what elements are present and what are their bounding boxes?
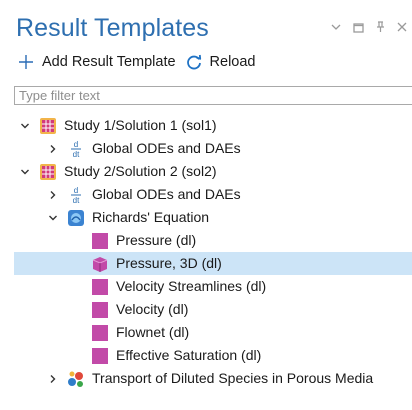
plus-icon xyxy=(16,52,36,72)
tree-node-richards-equation[interactable]: Richards' Equation xyxy=(14,206,412,229)
tree-item-pressure[interactable]: Pressure (dl) xyxy=(14,229,412,252)
volume-plot-icon xyxy=(90,254,110,274)
chevron-down-icon[interactable] xyxy=(18,119,32,133)
chevron-right-icon[interactable] xyxy=(46,372,60,386)
tree-node-study2[interactable]: Study 2/Solution 2 (sol2) xyxy=(14,160,412,183)
surface-plot-icon xyxy=(90,346,110,366)
chevron-right-icon[interactable] xyxy=(46,142,60,156)
surface-plot-icon xyxy=(90,300,110,320)
tree-node-study2-global[interactable]: d dt Global ODEs and DAEs xyxy=(14,183,412,206)
svg-text:d: d xyxy=(74,186,78,195)
study-solution-icon xyxy=(38,116,58,136)
study-solution-icon xyxy=(38,162,58,182)
tree-node-study1-global[interactable]: d dt Global ODEs and DAEs xyxy=(14,137,412,160)
richards-equation-icon xyxy=(66,208,86,228)
tree-item-label: Velocity Streamlines (dl) xyxy=(116,278,267,294)
tree-item-label: Velocity (dl) xyxy=(116,301,189,317)
filter-input[interactable] xyxy=(14,86,412,105)
tree-item-label: Effective Saturation (dl) xyxy=(116,347,262,363)
close-icon[interactable] xyxy=(395,20,409,34)
panel-title: Result Templates xyxy=(16,14,209,42)
tree-item-flownet[interactable]: Flownet (dl) xyxy=(14,321,412,344)
add-result-template-button[interactable]: Add Result Template xyxy=(16,52,176,72)
restore-window-icon[interactable] xyxy=(351,20,365,34)
surface-plot-icon xyxy=(90,231,110,251)
toolbar: Add Result Template Reload xyxy=(16,51,255,73)
window-controls xyxy=(329,20,409,36)
chevron-right-icon[interactable] xyxy=(46,188,60,202)
svg-text:dt: dt xyxy=(73,196,80,205)
svg-text:dt: dt xyxy=(73,150,80,159)
tree-item-effective-saturation[interactable]: Effective Saturation (dl) xyxy=(14,344,412,367)
tree-item-pressure-3d[interactable]: Pressure, 3D (dl) xyxy=(14,252,412,275)
chevron-down-icon[interactable] xyxy=(46,211,60,225)
reload-label: Reload xyxy=(209,54,256,70)
tree-node-label: Global ODEs and DAEs xyxy=(92,186,241,202)
ddt-icon: d dt xyxy=(66,185,86,205)
svg-text:d: d xyxy=(74,140,78,149)
chevron-down-icon[interactable] xyxy=(18,165,32,179)
tree-item-velocity[interactable]: Velocity (dl) xyxy=(14,298,412,321)
reload-icon xyxy=(184,52,204,72)
reload-button[interactable]: Reload xyxy=(184,52,256,72)
tree-node-label: Study 2/Solution 2 (sol2) xyxy=(64,163,217,179)
pin-icon[interactable] xyxy=(373,20,387,34)
tree-item-label: Pressure, 3D (dl) xyxy=(116,255,222,271)
streamline-plot-icon xyxy=(90,277,110,297)
transport-species-icon xyxy=(66,369,86,389)
add-result-template-label: Add Result Template xyxy=(42,54,176,70)
surface-plot-icon xyxy=(90,323,110,343)
tree-item-velocity-streamlines[interactable]: Velocity Streamlines (dl) xyxy=(14,275,412,298)
result-templates-panel: Result Templates Add Result Template Rel… xyxy=(0,0,412,410)
tree-node-transport[interactable]: Transport of Diluted Species in Porous M… xyxy=(14,367,412,390)
tree-node-label: Global ODEs and DAEs xyxy=(92,140,241,156)
ddt-icon: d dt xyxy=(66,139,86,159)
template-tree: Study 1/Solution 1 (sol1) d dt Global OD… xyxy=(14,114,412,390)
tree-item-label: Pressure (dl) xyxy=(116,232,197,248)
tree-node-study1[interactable]: Study 1/Solution 1 (sol1) xyxy=(14,114,412,137)
tree-node-label: Study 1/Solution 1 (sol1) xyxy=(64,117,217,133)
tree-node-label: Richards' Equation xyxy=(92,209,210,225)
tree-item-label: Flownet (dl) xyxy=(116,324,190,340)
tree-node-label: Transport of Diluted Species in Porous M… xyxy=(92,370,374,386)
dropdown-icon[interactable] xyxy=(329,20,343,34)
